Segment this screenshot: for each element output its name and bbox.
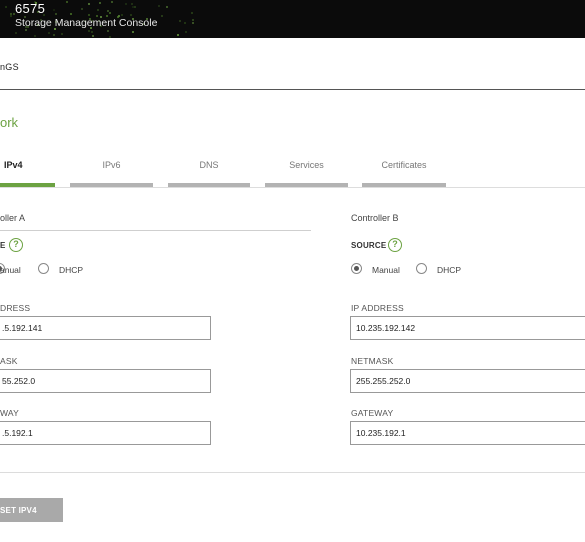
- controller-a-gateway-input[interactable]: .5.192.1: [0, 421, 211, 445]
- controller-b-source-label: SOURCE: [351, 241, 387, 250]
- banner-fleck: [125, 3, 127, 5]
- product-name: Storage Management Console: [15, 17, 158, 29]
- tab-indicator: [168, 183, 250, 187]
- tab-certificates[interactable]: Certificates: [362, 150, 446, 187]
- controller-a-dhcp-label: DHCP: [59, 265, 84, 275]
- tab-ipv6[interactable]: IPv6: [70, 150, 153, 187]
- tab-indicator: [0, 183, 55, 187]
- banner-fleck: [88, 14, 90, 16]
- top-banner: 6575 Storage Management Console: [0, 0, 585, 38]
- banner-fleck: [10, 15, 12, 17]
- tab-label: DNS: [199, 160, 219, 170]
- tab-indicator: [362, 183, 446, 187]
- banner-fleck: [158, 5, 160, 7]
- banner-fleck: [15, 32, 17, 34]
- tab-services[interactable]: Services: [265, 150, 348, 187]
- banner-fleck: [92, 35, 94, 37]
- banner-fleck: [99, 2, 101, 4]
- banner-fleck: [61, 33, 63, 35]
- banner-fleck: [166, 6, 168, 8]
- banner-fleck: [177, 34, 179, 36]
- section-title: ork: [0, 115, 19, 130]
- controller-b-title: Controller B: [351, 213, 399, 223]
- banner-fleck: [185, 31, 187, 33]
- banner-fleck: [179, 20, 181, 22]
- banner-fleck: [48, 32, 50, 34]
- controller-b-manual-label: Manual: [372, 265, 400, 275]
- breadcrumb-label[interactable]: nGS: [0, 62, 19, 72]
- controller-b-ip-label: IP ADDRESS: [351, 303, 404, 313]
- banner-fleck: [66, 1, 68, 3]
- controller-a-ip-label: DRESS: [0, 303, 31, 313]
- tab-indicator: [265, 183, 348, 187]
- controller-a-manual-label: anual: [0, 265, 21, 275]
- reset-ipv4-label: SET IPV4: [0, 506, 37, 515]
- banner-fleck: [111, 1, 113, 3]
- controller-a-title: oller A: [0, 213, 26, 223]
- tab-label: Certificates: [381, 160, 427, 170]
- banner-fleck: [5, 6, 7, 8]
- banner-fleck: [53, 34, 55, 36]
- banner-fleck: [10, 13, 12, 15]
- banner-fleck: [192, 22, 194, 24]
- banner-fleck: [121, 14, 123, 16]
- tab-label: IPv4: [4, 160, 23, 170]
- tab-dns[interactable]: DNS: [168, 150, 250, 187]
- banner-fleck: [55, 13, 57, 15]
- banner-fleck: [134, 6, 136, 8]
- banner-fleck: [109, 12, 111, 14]
- banner-fleck: [88, 3, 90, 5]
- controller-a-source-label: E: [0, 241, 6, 250]
- tab-bar: IPv4 IPv6 DNS Services Certificates: [0, 150, 585, 188]
- banner-fleck: [132, 31, 134, 33]
- banner-fleck: [161, 15, 163, 17]
- controller-b-gateway-input[interactable]: 10.235.192.1: [350, 421, 585, 445]
- banner-fleck: [91, 31, 93, 33]
- controller-b-dhcp-radio[interactable]: [416, 263, 427, 274]
- controller-a-netmask-label: ASK: [0, 356, 18, 366]
- tab-label: IPv6: [102, 160, 121, 170]
- banner-fleck: [88, 30, 90, 32]
- tab-label: Services: [289, 160, 324, 170]
- controller-a-gateway-label: WAY: [0, 408, 20, 418]
- footer-divider: [0, 472, 585, 473]
- model-number: 6575: [15, 1, 46, 16]
- banner-fleck: [184, 22, 186, 24]
- reset-ipv4-button[interactable]: SET IPV4: [0, 498, 63, 522]
- controller-b-manual-radio[interactable]: [351, 263, 362, 274]
- controller-b-netmask-input[interactable]: 255.255.252.0: [350, 369, 585, 393]
- banner-fleck: [130, 14, 132, 16]
- controller-b-netmask-label: NETMASK: [351, 356, 394, 366]
- banner-fleck: [25, 29, 27, 31]
- breadcrumb: nGS: [0, 38, 585, 90]
- controller-a-divider: [0, 230, 311, 231]
- banner-fleck: [191, 12, 193, 14]
- help-icon[interactable]: ?: [388, 238, 402, 252]
- banner-fleck: [107, 30, 109, 32]
- controller-a-dhcp-radio[interactable]: [38, 263, 49, 274]
- banner-fleck: [70, 13, 72, 15]
- banner-fleck: [107, 10, 109, 12]
- banner-fleck: [192, 19, 194, 21]
- banner-fleck: [97, 9, 99, 11]
- banner-fleck: [131, 3, 133, 5]
- tab-ipv4[interactable]: IPv4: [0, 150, 55, 187]
- controller-b-gateway-label: GATEWAY: [351, 408, 394, 418]
- controller-a-netmask-input[interactable]: 55.252.0: [0, 369, 211, 393]
- controller-a-ip-input[interactable]: .5.192.141: [0, 316, 211, 340]
- controller-b-dhcp-label: DHCP: [437, 265, 462, 275]
- banner-fleck: [53, 9, 55, 11]
- help-icon[interactable]: ?: [9, 238, 23, 252]
- tab-indicator: [70, 183, 153, 187]
- banner-fleck: [34, 35, 36, 37]
- controller-b-ip-input[interactable]: 10.235.192.142: [350, 316, 585, 340]
- banner-fleck: [81, 8, 83, 10]
- banner-fleck: [132, 6, 134, 8]
